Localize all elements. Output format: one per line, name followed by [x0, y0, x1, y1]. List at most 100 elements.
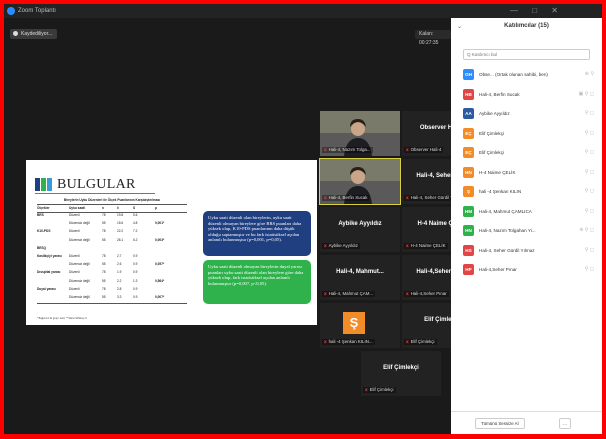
participant-status-icons[interactable]: ⊕ ⚲ ◻	[579, 227, 594, 233]
minimize-button[interactable]: —	[510, 6, 518, 15]
window-controls: — □ ✕	[498, 6, 558, 15]
participant-search-input[interactable]: Q Katılımcı bul	[463, 49, 590, 60]
participant-name: Elif Çimlekçi	[479, 130, 505, 136]
table-cell: 78	[102, 254, 106, 258]
table-cell: Düzenli	[69, 270, 80, 275]
table-cell: 0,057*	[155, 262, 165, 267]
participant-status-icons[interactable]: ⚲ ◻	[585, 169, 594, 175]
participant-tile-name: Elif Çimlekçi	[369, 387, 394, 392]
table-cell: 5.6	[133, 213, 138, 217]
participant-row[interactable]: HM Hali-4, Mahmut ÇAMLICA ⚲ ◻	[451, 202, 602, 222]
table-cell: 26.1	[117, 237, 124, 242]
table-cell: Dısspital yarası	[37, 270, 61, 275]
participant-name: Hali-4, Mahmut ÇAMLICA	[479, 208, 532, 214]
participant-tile[interactable]: Şⅹ hali -4 Şenkan KILIN...	[320, 303, 400, 348]
participant-tile[interactable]: ⅹ Hali-4, Berfin Sucak	[319, 158, 401, 205]
participant-row[interactable]: EÇ Elif Çimlekçi ⚲ ◻	[451, 143, 602, 163]
table-cell: 2.2	[117, 278, 122, 283]
participant-avatar: EÇ	[463, 127, 474, 139]
participant-row[interactable]: EÇ Elif Çimlekçi ⚲ ◻	[451, 124, 602, 144]
zoom-logo-icon	[7, 7, 15, 15]
table-cell: 0.9	[133, 262, 138, 267]
participant-tile[interactable]: Hali-4, Mahmut... ⅹ Hali-4, Mahmut ÇAM...	[320, 255, 400, 300]
slide-heading: BULGULAR	[57, 177, 136, 192]
table-cell: 0.9	[133, 295, 138, 299]
table-header-cell: S	[133, 206, 136, 210]
participant-avatar: HB	[463, 88, 474, 100]
participant-tile[interactable]: Elif Çimlekçi ⅹ Elif Çimlekçi	[361, 351, 441, 396]
table-note: * Bağımsız iki grup t testi; ** Mann-Whi…	[37, 317, 88, 320]
table-cell: Düzensiz değil	[69, 221, 90, 226]
participant-tile[interactable]: Aybike Ayyıldız ⅹ Aybike Ayyıldız	[320, 207, 400, 252]
participant-row[interactable]: Şhali -4 Şenkan KILIN ⚲ ◻	[451, 182, 602, 202]
slide-bar	[41, 178, 46, 191]
table-cell: BRS	[37, 213, 44, 217]
table-cell: Kaslikçiyi yarası	[37, 254, 62, 258]
recording-label: Kaydediliyor...	[21, 31, 53, 37]
participant-tile-label: ⅹ Hali-4, Mahmut ÇAM...	[322, 291, 376, 297]
participant-status-icons[interactable]: ⚲ ◻	[585, 247, 594, 253]
close-button[interactable]: ✕	[551, 6, 558, 15]
more-options-button[interactable]: ...	[559, 418, 571, 429]
table-cell: 7.2	[133, 229, 138, 234]
participant-status-icons[interactable]: ⚲ ◻	[585, 149, 594, 155]
participant-name: Hali-4, Nazım Tolgahan Yi...	[479, 228, 536, 233]
participant-row[interactable]: HP Hali-4,Seher Pınar ⚲ ◻	[451, 260, 602, 280]
table-cell: 1.9	[117, 270, 122, 275]
participant-status-icons[interactable]: ⚲ ◻	[585, 188, 594, 194]
maximize-button[interactable]: □	[532, 6, 537, 15]
table-cell: 3.3	[117, 295, 122, 299]
recording-indicator[interactable]: Kaydediliyor...	[10, 29, 58, 39]
participant-status-icons[interactable]: ⊕ ⚲	[585, 71, 594, 77]
muted-mic-icon: ⅹ	[324, 147, 327, 152]
mute-all-button[interactable]: Tümünü Sessize Al	[475, 418, 525, 429]
table-cell: 2.7	[117, 254, 122, 258]
table-cell: 55	[102, 295, 106, 299]
table-cell: 22.2	[117, 229, 124, 234]
muted-mic-icon: ⅹ	[406, 291, 409, 296]
participant-status-icons[interactable]: ⚲ ◻	[585, 110, 594, 116]
participant-status-icons[interactable]: ⚲ ◻	[585, 130, 594, 136]
participant-name: Elif Çimlekçi	[479, 150, 505, 155]
table-cell: Düzensiz değil	[69, 278, 90, 283]
participant-status-icons[interactable]: ⚲ ◻	[585, 208, 594, 214]
participant-name: Hali-4,Seher Pınar	[479, 267, 517, 272]
participant-tile-label: ⅹ Hali-4, Berfin Sucak	[322, 195, 370, 201]
participant-row[interactable]: AA Aybike Ayyıldız ⚲ ◻	[451, 104, 602, 124]
participant-name: Hali-4, Berfin Sucak	[479, 91, 520, 97]
participants-panel: ⌄ Katılımcılar (15) Q Katılımcı bul OH Ob…	[451, 18, 602, 434]
participant-name: Elif Çimlekçi	[383, 365, 419, 371]
participant-tile-name: Elif Çimlekçi	[410, 339, 435, 344]
participant-row[interactable]: HS Hali-4, Seher Gürdil Yılmaz ⚲ ◻	[451, 241, 602, 261]
participant-status-icons[interactable]: ⚲ ◻	[585, 266, 594, 272]
participant-tile-label: ⅹ Elif Çimlekçi	[363, 387, 396, 393]
table-cell: Düzenli	[69, 286, 80, 291]
table-cell: Düzenli	[69, 213, 80, 217]
table-cell: 78	[102, 213, 106, 217]
table-cell: Düzenli	[69, 254, 80, 258]
view-badge[interactable]: Kalan: 00:27:35	[415, 30, 451, 46]
participant-avatar: HN	[463, 166, 474, 178]
participant-status-icons[interactable]: ▣ ⚲ ◻	[579, 91, 594, 97]
muted-mic-icon: ⅹ	[324, 195, 327, 200]
participant-tile-name: Hali-4, Mahmut ÇAM...	[328, 291, 374, 296]
muted-mic-icon: ⅹ	[324, 339, 327, 344]
participant-row[interactable]: OH Obse... (Ortak olunan sahibi, ben) ⊕ ⚲	[451, 65, 602, 85]
table-header-cell: p	[155, 206, 157, 210]
muted-mic-icon: ⅹ	[406, 243, 409, 248]
participant-tile-name: Hali-4,Seher Pınar	[410, 291, 447, 296]
participant-tile-name: Hali-4, Berfin Sucak	[328, 195, 368, 200]
participant-row[interactable]: HB Hali-4, Berfin Sucak ▣ ⚲ ◻	[451, 85, 602, 105]
shared-slide: BULGULAR Bireylerin Uyku Düzenleri ile Ö…	[26, 160, 317, 325]
participant-row[interactable]: HN H-4 Naime ÇELİK ⚲ ◻	[451, 163, 602, 183]
participant-avatar: OH	[463, 69, 474, 80]
table-bottom-rule	[37, 303, 187, 305]
participant-name: H-4 Naime ÇELİK	[479, 169, 516, 175]
participant-row[interactable]: HN Hali-4, Nazım Tolgahan Yi... ⊕ ⚲ ◻	[451, 221, 602, 241]
table-cell: 0,003*	[155, 237, 165, 242]
table-caption: Bireylerin Uyku Düzenleri ile Ölçek Puan…	[63, 198, 161, 202]
participant-tile-name: Hali-4, Seher Gürdil Y...	[410, 195, 457, 200]
participant-avatar: AA	[463, 108, 474, 119]
results-table: Ölçekler Uyku saati n x̄ Sp BRS Düzenli 78 19.8 5…	[37, 204, 187, 316]
participant-tile[interactable]: ⅹ Hali-4, Nazım Tolga...	[320, 111, 400, 156]
